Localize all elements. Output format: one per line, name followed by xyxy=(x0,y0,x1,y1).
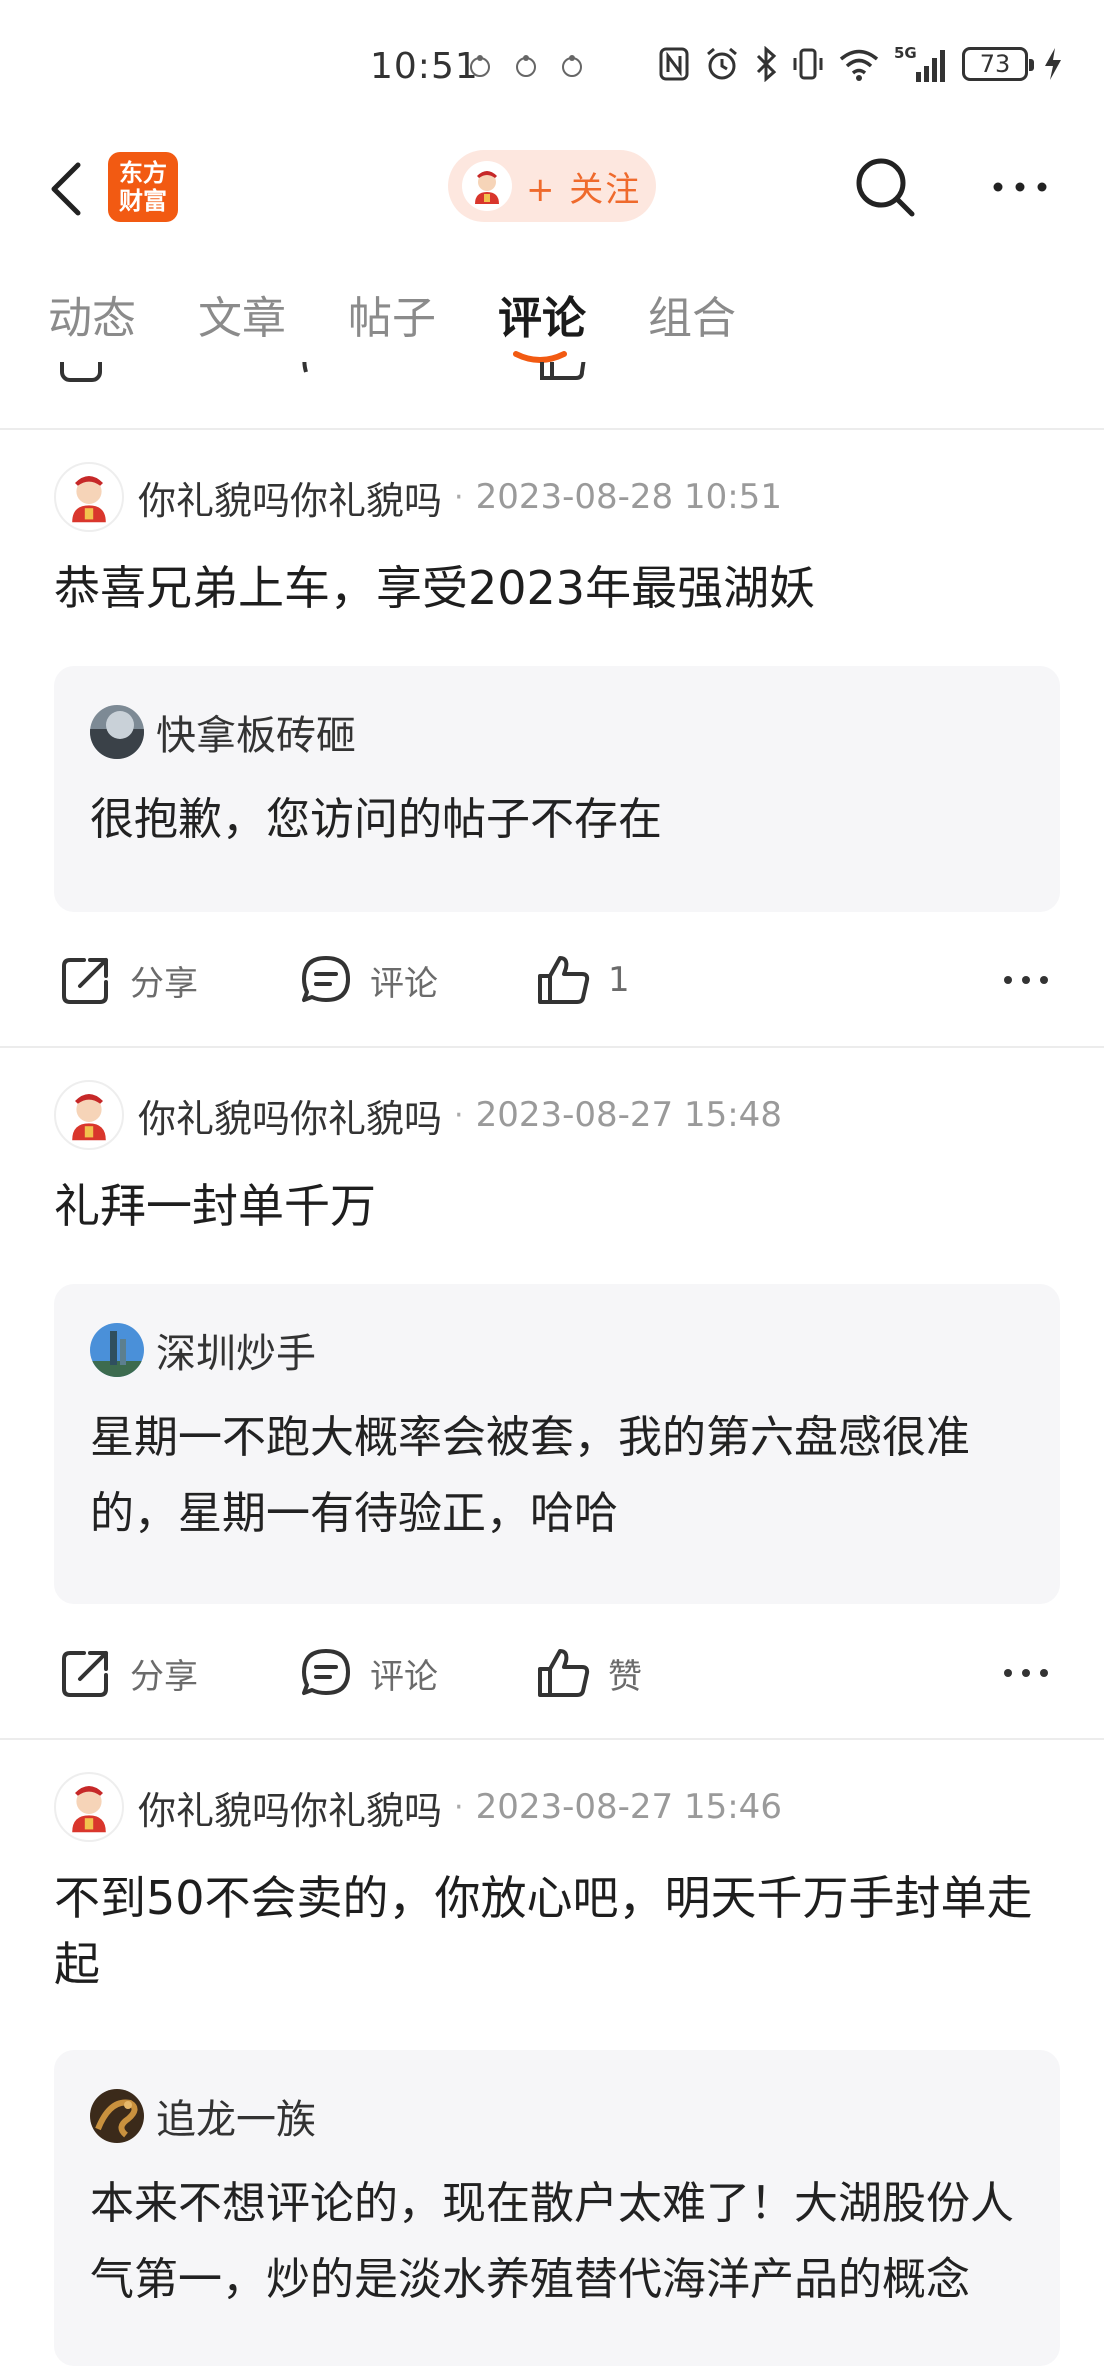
tab-comments[interactable]: 评论 xyxy=(498,282,586,346)
search-button[interactable] xyxy=(850,152,920,222)
like-button[interactable]: 1 xyxy=(536,945,630,1015)
more-icon xyxy=(1004,1669,1048,1677)
status-icons: 5G 73 xyxy=(658,44,1064,84)
profile-tabs: 动态 文章 帖子 评论 组合 xyxy=(0,270,1104,363)
author-name[interactable]: 你礼貌吗你礼貌吗 xyxy=(138,470,442,525)
tab-dynamics[interactable]: 动态 xyxy=(48,282,136,346)
avatar[interactable] xyxy=(54,462,124,532)
quote-author[interactable]: 深圳炒手 xyxy=(156,1321,316,1379)
avatar[interactable] xyxy=(54,1080,124,1150)
post-actions: 分享 评论 赞 xyxy=(0,1638,1104,1708)
quoted-post[interactable]: 快拿板砖砸 很抱歉，您访问的帖子不存在 xyxy=(54,666,1060,912)
share-button[interactable]: 分享 xyxy=(58,945,198,1015)
avatar[interactable] xyxy=(54,1772,124,1842)
quote-text: 很抱歉，您访问的帖子不存在 xyxy=(90,794,662,845)
avatar[interactable] xyxy=(90,705,144,759)
like-icon xyxy=(538,1649,590,1697)
comment-label: 评论 xyxy=(370,963,438,1004)
search-icon xyxy=(856,158,915,217)
quoted-post[interactable]: 深圳炒手 星期一不跑大概率会被套，我的第六盘感很准的，星期一有待验正，哈哈 xyxy=(54,1284,1060,1604)
post-header: 你礼貌吗你礼貌吗 · 2023-08-28 10:51 xyxy=(54,462,782,532)
like-count: 1 xyxy=(608,960,630,1000)
quote-author[interactable]: 追龙一族 xyxy=(156,2087,316,2145)
author-name[interactable]: 你礼貌吗你礼貌吗 xyxy=(138,1088,442,1143)
back-button[interactable] xyxy=(40,154,90,224)
post-text[interactable]: 不到50不会卖的，你放心吧，明天千万手封单走起 xyxy=(54,1865,1054,1997)
more-icon xyxy=(1004,976,1048,984)
quote-header: 追龙一族 xyxy=(90,2088,1024,2144)
tab-articles[interactable]: 文章 xyxy=(198,282,286,346)
share-label: 分享 xyxy=(130,963,198,1004)
logo-text-line1: 东方 xyxy=(119,159,167,187)
quote-text: 本来不想评论的，现在散户太难了！大湖股份人气第一，炒的是淡水养殖替代海洋产品的概… xyxy=(90,2178,1014,2305)
app-notification-icon xyxy=(516,55,536,77)
comment-icon xyxy=(302,362,308,373)
svg-text:5G: 5G xyxy=(894,44,917,62)
separator-dot: · xyxy=(454,1789,464,1825)
post-time: 2023-08-27 15:48 xyxy=(475,1095,782,1135)
like-icon xyxy=(538,956,590,1004)
nfc-icon xyxy=(659,47,689,81)
post-header: 你礼貌吗你礼貌吗 · 2023-08-27 15:48 xyxy=(54,1080,782,1150)
like-label: 赞 xyxy=(608,1656,642,1697)
share-icon xyxy=(60,362,102,382)
top-header: 东方 财富 + 关注 xyxy=(0,130,1104,250)
follow-label: + 关注 xyxy=(526,169,642,210)
status-bar: 10:51 5G 73 xyxy=(0,0,1104,130)
charging-icon xyxy=(1045,48,1061,80)
app-notification-icon xyxy=(470,55,490,77)
post-more-button[interactable] xyxy=(996,955,1056,1005)
quoted-post[interactable]: 追龙一族 本来不想评论的，现在散户太难了！大湖股份人气第一，炒的是淡水养殖替代海… xyxy=(54,2050,1060,2366)
quote-header: 快拿板砖砸 xyxy=(90,704,1024,760)
comment-button[interactable]: 评论 xyxy=(298,1638,438,1708)
post-actions: 分享 评论 1 xyxy=(0,945,1104,1015)
avatar[interactable] xyxy=(90,1323,144,1377)
bluetooth-icon xyxy=(756,46,777,82)
vibrate-icon xyxy=(793,48,823,80)
comment-label: 评论 xyxy=(370,1656,438,1697)
comment-icon xyxy=(302,1649,350,1695)
post-header: 你礼貌吗你礼貌吗 · 2023-08-27 15:46 xyxy=(54,1772,782,1842)
more-icon xyxy=(993,182,1047,192)
alarm-icon xyxy=(707,47,737,80)
app-logo: 东方 财富 xyxy=(108,152,178,222)
comment-button[interactable]: 评论 xyxy=(298,945,438,1015)
more-menu-button[interactable] xyxy=(985,152,1055,222)
previous-actions-partial xyxy=(0,362,1104,388)
quote-author[interactable]: 快拿板砖砸 xyxy=(156,703,356,761)
share-icon xyxy=(62,958,108,1004)
status-time: 10:51 xyxy=(370,46,479,87)
post-time: 2023-08-27 15:46 xyxy=(475,1787,782,1827)
separator-dot: · xyxy=(454,479,464,515)
post-more-button[interactable] xyxy=(996,1648,1056,1698)
share-label: 分享 xyxy=(130,1656,198,1697)
post-text[interactable]: 恭喜兄弟上车，享受2023年最强湖妖 xyxy=(54,555,1054,621)
divider xyxy=(0,1046,1104,1048)
battery-indicator: 73 xyxy=(962,47,1034,81)
tab-portfolio[interactable]: 组合 xyxy=(648,282,736,346)
quote-text: 星期一不跑大概率会被套，我的第六盘感很准的，星期一有待验正，哈哈 xyxy=(90,1412,970,1539)
like-button[interactable]: 赞 xyxy=(536,1638,642,1708)
separator-dot: · xyxy=(454,1097,464,1133)
signal-5g-icon: 5G xyxy=(894,44,945,82)
divider xyxy=(0,428,1104,430)
author-name[interactable]: 你礼貌吗你礼貌吗 xyxy=(138,1780,442,1835)
logo-text-line2: 财富 xyxy=(119,187,167,215)
post-text[interactable]: 礼拜一封单千万 xyxy=(54,1173,1054,1239)
quote-header: 深圳炒手 xyxy=(90,1322,1024,1378)
app-notification-icon xyxy=(562,55,582,77)
follow-button[interactable]: + 关注 xyxy=(448,150,656,222)
avatar-icon xyxy=(462,161,512,211)
post-time: 2023-08-28 10:51 xyxy=(475,477,782,517)
like-icon xyxy=(540,362,586,380)
back-arrow-icon xyxy=(51,162,81,216)
comment-icon xyxy=(302,956,350,1002)
share-button[interactable]: 分享 xyxy=(58,1638,198,1708)
avatar[interactable] xyxy=(90,2089,144,2143)
share-icon xyxy=(62,1651,108,1697)
wifi-icon xyxy=(839,49,879,81)
tab-posts[interactable]: 帖子 xyxy=(348,282,436,346)
divider xyxy=(0,1738,1104,1740)
